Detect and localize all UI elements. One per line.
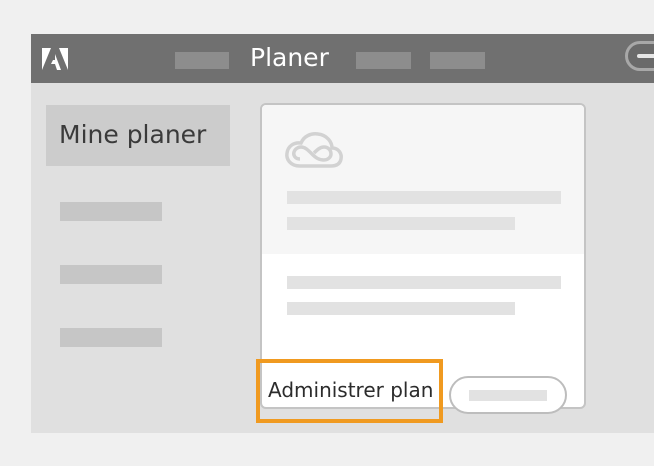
manage-plan-link[interactable]: Administrer plan: [268, 375, 433, 405]
plan-card-header: [262, 105, 584, 254]
sidebar-item-label: Mine planer: [59, 120, 207, 149]
button-label-placeholder: [469, 390, 547, 401]
plan-title-placeholder: [287, 191, 561, 204]
toggle-knob: [637, 54, 654, 58]
sidebar-item-placeholder[interactable]: [60, 202, 162, 221]
nav-item-placeholder[interactable]: [430, 52, 485, 69]
plan-detail-placeholder: [287, 302, 515, 315]
plan-subtitle-placeholder: [287, 217, 515, 230]
sidebar-item-placeholder[interactable]: [60, 265, 162, 284]
app-window: Planer Mine planer Administrer plan: [31, 34, 654, 433]
sidebar-item-my-plans[interactable]: Mine planer: [46, 105, 230, 166]
nav-item-placeholder[interactable]: [175, 52, 229, 69]
nav-item-placeholder[interactable]: [356, 52, 411, 69]
sidebar-item-placeholder[interactable]: [60, 328, 162, 347]
plan-action-button[interactable]: [449, 376, 567, 414]
plan-detail-placeholder: [287, 276, 561, 289]
creative-cloud-icon: [285, 132, 343, 168]
top-bar: Planer: [31, 34, 654, 83]
app-title: Planer: [250, 43, 329, 72]
profile-toggle[interactable]: [625, 41, 654, 71]
adobe-logo-icon: [41, 46, 69, 72]
